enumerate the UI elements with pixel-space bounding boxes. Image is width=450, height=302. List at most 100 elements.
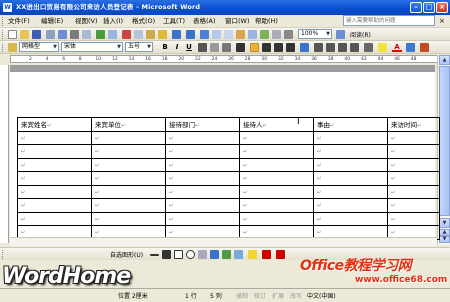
table-cell[interactable]: ↵ — [313, 157, 388, 172]
table-cell[interactable]: ↵ — [91, 144, 166, 159]
character-border-icon[interactable] — [198, 43, 207, 52]
status-rec[interactable]: 录制 — [236, 291, 248, 300]
table-cell[interactable]: ↵ — [17, 198, 92, 213]
table-cell[interactable]: ↵ — [239, 144, 314, 159]
table-cell[interactable]: ↵ — [313, 130, 388, 145]
table-cell[interactable]: ↵ — [239, 157, 314, 172]
table-header-cell[interactable]: 来宾姓名↵ — [17, 117, 92, 132]
table-cell[interactable]: ↵ — [91, 130, 166, 145]
table-cell[interactable]: ↵ — [91, 211, 166, 226]
menu-file[interactable]: 文件(F) — [8, 15, 30, 28]
menu-insert[interactable]: 插入(I) — [103, 15, 123, 28]
scroll-thumb[interactable] — [439, 66, 450, 216]
font-size-select[interactable]: 五号 ▼ — [125, 42, 153, 52]
rectangle-icon[interactable] — [174, 250, 183, 259]
autoshapes-menu[interactable]: 自选图形(U) — [110, 250, 143, 259]
table-cell[interactable]: ↵ — [313, 211, 388, 226]
toolbar-grip[interactable] — [2, 43, 5, 52]
menubar-grip[interactable] — [2, 17, 5, 26]
undo-icon[interactable] — [172, 30, 181, 39]
table-cell[interactable]: ↵ — [91, 198, 166, 213]
new-document-icon[interactable] — [8, 30, 17, 39]
clipart-icon[interactable] — [222, 250, 231, 259]
copy-icon[interactable] — [134, 30, 143, 39]
align-left-icon[interactable] — [236, 43, 245, 52]
italic-button[interactable]: I — [172, 42, 182, 52]
table-cell[interactable]: ↵ — [17, 130, 92, 145]
table-cell[interactable]: ↵ — [239, 198, 314, 213]
table-cell[interactable]: ↵ — [17, 157, 92, 172]
next-page-button[interactable]: ▼ — [439, 236, 450, 243]
cut-icon[interactable] — [122, 30, 131, 39]
increase-indent-icon[interactable] — [350, 43, 359, 52]
table-cell[interactable]: ↵ — [17, 144, 92, 159]
vertical-ruler[interactable] — [0, 65, 9, 243]
open-folder-icon[interactable] — [20, 30, 29, 39]
status-ext[interactable]: 扩展 — [272, 291, 284, 300]
decrease-indent-icon[interactable] — [338, 43, 347, 52]
fill-color-icon[interactable] — [248, 250, 257, 259]
research-icon[interactable] — [108, 30, 117, 39]
table-cell[interactable]: ↵ — [239, 171, 314, 186]
oval-icon[interactable] — [186, 250, 195, 259]
insert-table-icon[interactable] — [224, 30, 233, 39]
distributed-align-icon[interactable] — [286, 43, 295, 52]
table-cell[interactable]: ↵ — [165, 130, 240, 145]
arrow-icon[interactable] — [162, 250, 171, 259]
registration-table[interactable]: 来宾姓名↵ 来宾单位↵ 接待部门↵ 接待人↵ 事由↵ 来访时间↵ ↵ ↵ ↵ ↵ ↵ ↵ ↵ ↵ ↵ ↵ ↵ ↵ ↵… — [17, 117, 440, 240]
table-cell[interactable]: ↵ — [387, 198, 440, 213]
table-cell[interactable]: ↵ — [165, 144, 240, 159]
line-icon[interactable] — [150, 254, 159, 256]
status-trk[interactable]: 修订 — [254, 291, 266, 300]
table-cell[interactable]: ↵ — [165, 198, 240, 213]
align-right-icon[interactable] — [274, 43, 283, 52]
drawing-icon[interactable] — [260, 30, 269, 39]
close-button[interactable]: × — [436, 2, 448, 13]
document-map-icon[interactable] — [272, 30, 281, 39]
status-ovr[interactable]: 改写 — [290, 291, 302, 300]
tables-borders-icon[interactable] — [212, 30, 221, 39]
menu-format[interactable]: 格式(O) — [132, 15, 155, 28]
table-cell[interactable]: ↵ — [165, 184, 240, 199]
menu-table[interactable]: 表格(A) — [193, 15, 216, 28]
format-painter-icon[interactable] — [158, 30, 167, 39]
table-cell[interactable]: ↵ — [313, 171, 388, 186]
scroll-down-button[interactable]: ▼ — [439, 218, 450, 228]
table-cell[interactable]: ↵ — [313, 184, 388, 199]
word-app-icon[interactable]: W — [3, 3, 12, 12]
help-search-input[interactable] — [343, 15, 435, 26]
table-header-cell[interactable]: 来访时间↵ — [387, 117, 440, 132]
table-cell[interactable]: ↵ — [387, 184, 440, 199]
table-header-cell[interactable]: 接待人↵ — [239, 117, 314, 132]
toolbar-grip[interactable] — [2, 30, 5, 39]
previous-page-button[interactable]: ▲ — [439, 229, 450, 236]
menu-help[interactable]: 帮助(H) — [255, 15, 278, 28]
wordart-icon[interactable] — [210, 250, 219, 259]
style-select[interactable]: 网格型 ▼ — [19, 42, 59, 52]
border-icon[interactable] — [364, 43, 373, 52]
table-cell[interactable]: ↵ — [239, 211, 314, 226]
table-header-cell[interactable]: 来宾单位↵ — [91, 117, 166, 132]
horizontal-ruler[interactable]: 2 4 6 8 10 12 14 16 18 20 22 24 26 28 30 32 34 36 38 40 42 44… — [10, 55, 440, 63]
email-icon[interactable] — [58, 30, 67, 39]
print-icon[interactable] — [70, 30, 79, 39]
menu-tools[interactable]: 工具(T) — [163, 15, 185, 28]
character-scale-icon[interactable] — [222, 43, 231, 52]
insert-excel-icon[interactable] — [236, 30, 245, 39]
table-cell[interactable]: ↵ — [313, 198, 388, 213]
table-cell[interactable]: ↵ — [313, 144, 388, 159]
bullets-icon[interactable] — [326, 43, 335, 52]
line-color-icon[interactable] — [262, 250, 271, 259]
font-color-button[interactable]: A — [392, 42, 402, 52]
menu-view[interactable]: 视图(V) — [75, 15, 98, 28]
table-cell[interactable]: ↵ — [387, 211, 440, 226]
bold-button[interactable]: B — [160, 42, 170, 52]
columns-icon[interactable] — [248, 30, 257, 39]
maximize-button[interactable]: □ — [423, 2, 435, 13]
table-cell[interactable]: ↵ — [387, 130, 440, 145]
font-select[interactable]: 宋体 ▼ — [61, 42, 123, 52]
align-justify-icon[interactable] — [250, 43, 259, 52]
table-cell[interactable]: ↵ — [387, 144, 440, 159]
align-center-icon[interactable] — [262, 43, 271, 52]
underline-button[interactable]: U — [184, 42, 194, 52]
